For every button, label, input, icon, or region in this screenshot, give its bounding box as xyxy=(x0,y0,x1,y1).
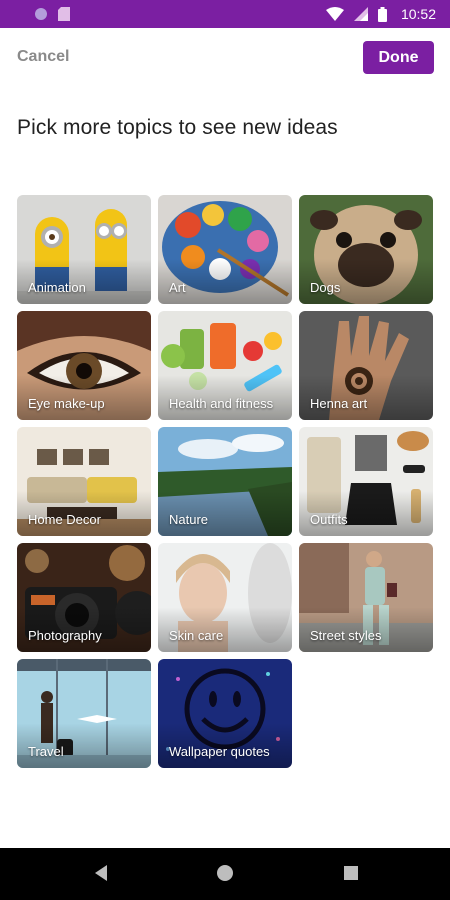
topic-label: Animation xyxy=(28,280,86,295)
topic-tile-street-styles[interactable]: Street styles xyxy=(299,543,433,652)
signal-icon xyxy=(353,7,368,21)
navigation-bar xyxy=(0,848,450,900)
topic-tile-health-and-fitness[interactable]: Health and fitness xyxy=(158,311,292,420)
circle-notification-icon xyxy=(35,8,47,20)
status-time: 10:52 xyxy=(400,6,436,22)
topic-label: Wallpaper quotes xyxy=(169,744,270,759)
status-bar-left xyxy=(34,7,70,21)
cancel-button[interactable]: Cancel xyxy=(17,48,69,66)
home-icon[interactable] xyxy=(216,864,234,882)
topic-tile-travel[interactable]: Travel xyxy=(17,659,151,768)
topic-tile-eye-makeup[interactable]: Eye make-up xyxy=(17,311,151,420)
topic-label: Travel xyxy=(28,744,64,759)
topic-tile-animation[interactable]: Animation xyxy=(17,195,151,304)
topic-tile-wallpaper-quotes[interactable]: Wallpaper quotes xyxy=(158,659,292,768)
topic-tile-art[interactable]: Art xyxy=(158,195,292,304)
topic-label: Art xyxy=(169,280,186,295)
topic-label: Health and fitness xyxy=(169,396,274,411)
topic-label: Henna art xyxy=(310,396,368,411)
done-button[interactable]: Done xyxy=(363,41,434,74)
topic-tile-dogs[interactable]: Dogs xyxy=(299,195,433,304)
wifi-icon xyxy=(325,7,344,21)
topic-label: Photography xyxy=(28,628,102,643)
topic-label: Street styles xyxy=(310,628,382,643)
topic-tile-outfits[interactable]: Outfits xyxy=(299,427,433,536)
battery-icon xyxy=(377,6,387,22)
topic-tile-skin-care[interactable]: Skin care xyxy=(158,543,292,652)
topic-label: Eye make-up xyxy=(28,396,105,411)
topic-tile-henna-art[interactable]: Henna art xyxy=(299,311,433,420)
topic-tile-nature[interactable]: Nature xyxy=(158,427,292,536)
header: Cancel Done xyxy=(0,28,450,88)
topic-label: Skin care xyxy=(169,628,224,643)
topic-tile-home-decor[interactable]: Home Decor xyxy=(17,427,151,536)
status-bar: 10:52 xyxy=(0,0,450,28)
recents-icon[interactable] xyxy=(343,864,359,882)
topic-tile-photography[interactable]: Photography xyxy=(17,543,151,652)
topic-label: Home Decor xyxy=(28,512,101,527)
sd-card-icon xyxy=(58,7,70,21)
page-title: Pick more topics to see new ideas xyxy=(17,116,338,139)
back-icon[interactable] xyxy=(93,864,109,882)
topic-label: Dogs xyxy=(310,280,341,295)
status-bar-right: 10:52 xyxy=(325,6,436,22)
topics-grid: Animation Art Dogs Eye make-up Health an… xyxy=(17,195,433,768)
topic-label: Nature xyxy=(169,512,209,527)
topic-label: Outfits xyxy=(310,512,348,527)
